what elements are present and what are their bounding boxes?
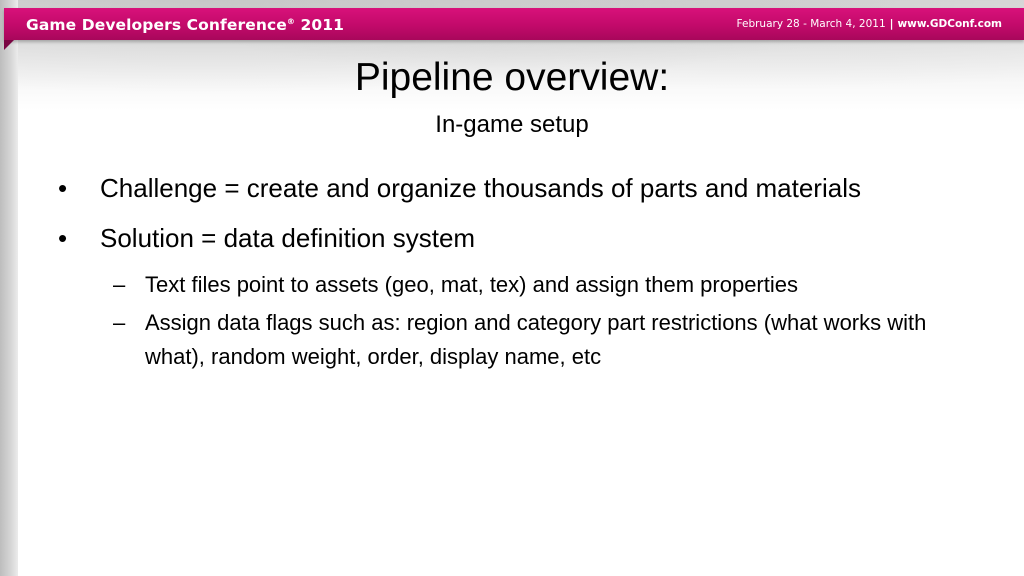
sub-bullet-text: Text files point to assets (geo, mat, te… (145, 272, 798, 297)
sub-bullet-item: – Assign data flags such as: region and … (58, 306, 958, 374)
conference-header-bar: Game Developers Conference® 2011 Februar… (4, 8, 1024, 40)
conference-dates: February 28 - March 4, 2011 (736, 18, 886, 30)
slide-subtitle: In-game setup (435, 111, 589, 138)
conference-name: Game Developers Conference® 2011 (26, 16, 344, 34)
header-separator: | (889, 18, 894, 30)
bullet-marker: • (58, 223, 68, 253)
conference-year: 2011 (300, 16, 345, 34)
bullet-text: Solution = data definition system (100, 223, 476, 253)
conference-url: www.GDConf.com (897, 18, 1002, 30)
registered-mark: ® (286, 17, 295, 26)
bullet-item: • Solution = data definition system (58, 218, 958, 258)
sub-bullet-marker: – (113, 310, 126, 335)
sub-bullet-item: – Text files point to assets (geo, mat, … (58, 268, 958, 302)
sub-bullet-marker: – (113, 272, 126, 297)
slide-title: Pipeline overview: (354, 56, 670, 99)
bullet-marker: • (58, 173, 68, 203)
conference-name-text: Game Developers Conference (26, 16, 287, 34)
conference-info: February 28 - March 4, 2011 | www.GDConf.c… (737, 18, 1002, 30)
sub-bullet-text: Assign data flags such as: region and ca… (145, 310, 927, 369)
header-bar-fold (4, 40, 14, 50)
bullet-text: Challenge = create and organize thousand… (100, 173, 861, 203)
slide-body: • Challenge = create and organize thousa… (58, 168, 958, 378)
bullet-item: • Challenge = create and organize thousa… (58, 168, 958, 208)
